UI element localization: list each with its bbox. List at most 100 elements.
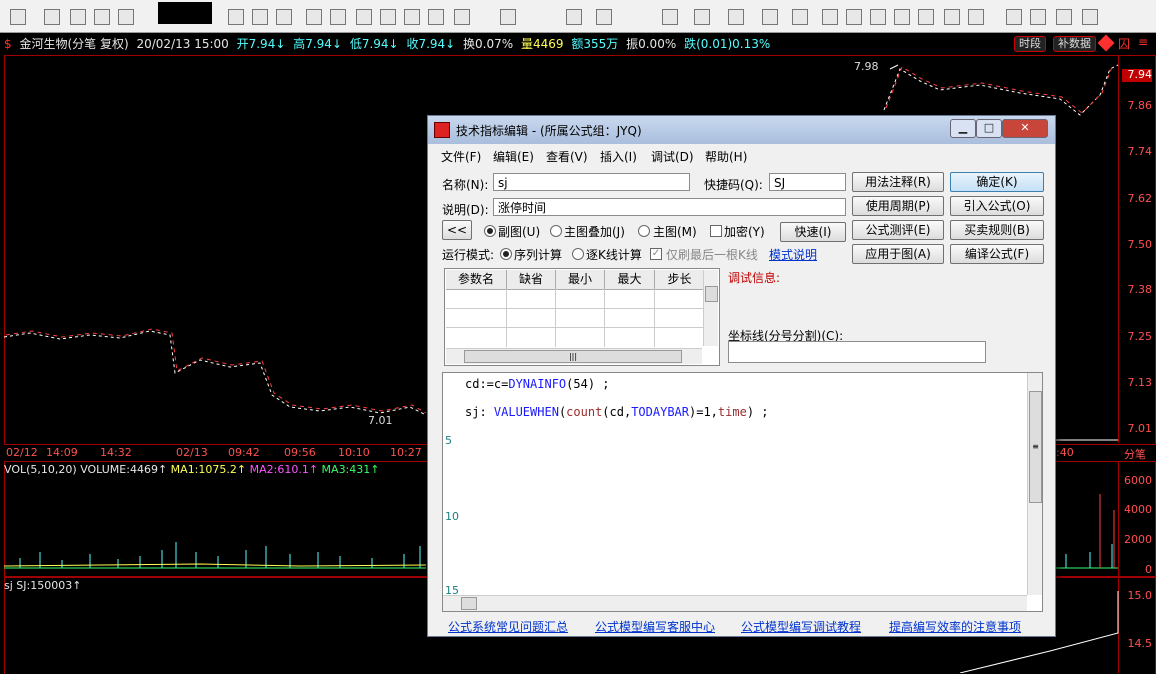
toolbar-button[interactable] bbox=[596, 9, 612, 25]
dialog-titlebar[interactable]: 技术指标编辑 - (所属公式组：JYQ) ▁ □ ✕ bbox=[428, 116, 1055, 144]
support-center-link[interactable]: 公式模型编写客服中心 bbox=[595, 618, 715, 635]
toolbar-button[interactable] bbox=[228, 9, 244, 25]
toolbar-button[interactable] bbox=[1056, 9, 1072, 25]
maximize-icon[interactable]: □ bbox=[976, 119, 1002, 138]
name-field[interactable]: sj bbox=[493, 173, 690, 191]
table-hscroll-thumb[interactable]: ||| bbox=[464, 350, 682, 363]
time-label: 09:42 bbox=[228, 446, 260, 459]
editor-hscrollbar[interactable] bbox=[443, 595, 1027, 611]
toolbar-button[interactable] bbox=[276, 9, 292, 25]
toolbar-button[interactable] bbox=[380, 9, 396, 25]
toolbar-button[interactable] bbox=[694, 9, 710, 25]
radio-main-chart[interactable] bbox=[638, 225, 650, 237]
toolbar-button[interactable] bbox=[428, 9, 444, 25]
import-formula-button[interactable]: 引入公式(O) bbox=[950, 196, 1044, 216]
editor-vscrollbar[interactable]: ≡ bbox=[1027, 373, 1042, 595]
time-label: 14:32 bbox=[100, 446, 132, 459]
editor-scroll-thumb[interactable]: ≡ bbox=[1029, 391, 1042, 503]
menu-help[interactable]: 帮助(H) bbox=[705, 148, 747, 165]
formula-code-editor[interactable]: 5 10 15 cd:=c=DYNAINFO(54) ; sj: VALUEWH… bbox=[442, 372, 1043, 612]
fill-data-button[interactable]: 补数据 bbox=[1053, 36, 1096, 52]
formula-test-button[interactable]: 公式测评(E) bbox=[852, 220, 944, 240]
toolbar-button[interactable] bbox=[70, 9, 86, 25]
faq-link[interactable]: 公式系统常见问题汇总 bbox=[448, 618, 568, 635]
radio-per-bar-calc-label: 逐K线计算 bbox=[586, 248, 642, 262]
quote-close: 收7.94↓ bbox=[406, 37, 456, 51]
apply-to-chart-button[interactable]: 应用于图(A) bbox=[852, 244, 944, 264]
table-hscrollbar[interactable]: ||| bbox=[446, 348, 702, 364]
radio-sub-chart[interactable] bbox=[484, 225, 496, 237]
minimize-icon[interactable]: ▁ bbox=[950, 119, 976, 138]
price-axis-label: 7.13 bbox=[1127, 376, 1153, 389]
toolbar-button[interactable] bbox=[356, 9, 372, 25]
toolbar-button[interactable] bbox=[306, 9, 322, 25]
shortcut-field[interactable]: SJ bbox=[769, 173, 846, 191]
compile-button[interactable]: 编译公式(F) bbox=[950, 244, 1044, 264]
toolbar-button[interactable] bbox=[404, 9, 420, 25]
quote-high: 高7.94↓ bbox=[293, 37, 342, 51]
toolbar-button[interactable] bbox=[968, 9, 984, 25]
toolbar-button[interactable] bbox=[566, 9, 582, 25]
table-scroll-thumb[interactable] bbox=[705, 286, 718, 302]
toolbar-button[interactable] bbox=[94, 9, 110, 25]
toolbar-button[interactable] bbox=[822, 9, 838, 25]
toolbar-button[interactable] bbox=[846, 9, 862, 25]
debug-tutorial-link[interactable]: 公式模型编写调试教程 bbox=[741, 618, 861, 635]
toolbar-button[interactable] bbox=[1030, 9, 1046, 25]
menu-view[interactable]: 查看(V) bbox=[546, 148, 588, 165]
param-header-default: 缺省 bbox=[507, 270, 556, 290]
collapse-button[interactable]: << bbox=[442, 220, 472, 240]
toolbar-button[interactable] bbox=[1082, 9, 1098, 25]
param-header-name: 参数名 bbox=[446, 270, 507, 290]
code-token: DYNAINFO bbox=[508, 377, 567, 391]
toolbar-button[interactable] bbox=[870, 9, 886, 25]
radio-per-bar-calc[interactable] bbox=[572, 248, 584, 260]
toolbar-button[interactable] bbox=[330, 9, 346, 25]
menu-debug[interactable]: 调试(D) bbox=[651, 148, 694, 165]
menu-edit[interactable]: 编辑(E) bbox=[493, 148, 534, 165]
axis-lines-field[interactable] bbox=[728, 341, 986, 363]
efficiency-tips-link[interactable]: 提高编写效率的注意事项 bbox=[889, 618, 1021, 635]
description-field[interactable]: 涨停时间 bbox=[493, 198, 846, 216]
code-line-1: cd:=c=DYNAINFO(54) ; bbox=[465, 377, 610, 391]
toolbar-button[interactable] bbox=[762, 9, 778, 25]
trade-rules-button[interactable]: 买卖规则(B) bbox=[950, 220, 1044, 240]
period-tag-button[interactable]: 时段 bbox=[1014, 36, 1046, 52]
price-low-mark: 7.01 bbox=[368, 414, 393, 427]
volume-axis-label: 6000 bbox=[1124, 474, 1152, 487]
refresh-last-checkbox[interactable]: ✓ bbox=[650, 248, 662, 260]
vol-volume: VOLUME:4469↑ bbox=[80, 463, 168, 476]
price-high-mark: 7.98 bbox=[854, 60, 879, 73]
toolbar-button[interactable] bbox=[728, 9, 744, 25]
toolbar-button[interactable] bbox=[500, 9, 516, 25]
ok-button[interactable]: 确定(K) bbox=[950, 172, 1044, 192]
toolbar-button[interactable] bbox=[1006, 9, 1022, 25]
close-panel-icon[interactable]: 囚 bbox=[1118, 35, 1130, 52]
use-period-button[interactable]: 使用周期(P) bbox=[852, 196, 944, 216]
toolbar-button[interactable] bbox=[662, 9, 678, 25]
toolbar-button[interactable] bbox=[792, 9, 808, 25]
radio-sequence-calc[interactable] bbox=[500, 248, 512, 260]
radio-main-overlay[interactable] bbox=[550, 225, 562, 237]
menu-insert[interactable]: 插入(I) bbox=[600, 148, 637, 165]
toolbar-button[interactable] bbox=[252, 9, 268, 25]
toolbar-button[interactable] bbox=[894, 9, 910, 25]
toolbar-button[interactable] bbox=[944, 9, 960, 25]
quick-button[interactable]: 快速(I) bbox=[780, 222, 846, 242]
usage-notes-button[interactable]: 用法注释(R) bbox=[852, 172, 944, 192]
mode-help-link[interactable]: 模式说明 bbox=[769, 246, 817, 263]
parameter-table[interactable]: 参数名 缺省 最小 最大 步长 ||| bbox=[444, 268, 720, 366]
close-icon[interactable]: ✕ bbox=[1002, 119, 1048, 138]
menu-file[interactable]: 文件(F) bbox=[441, 148, 481, 165]
price-axis-label: 7.62 bbox=[1127, 192, 1153, 205]
menu-icon[interactable]: ≡ bbox=[1138, 35, 1148, 49]
toolbar-button[interactable] bbox=[118, 9, 134, 25]
toolbar-button[interactable] bbox=[10, 9, 26, 25]
table-vscrollbar[interactable] bbox=[703, 270, 718, 346]
toolbar-button[interactable] bbox=[454, 9, 470, 25]
toolbar-button[interactable] bbox=[918, 9, 934, 25]
toolbar-button[interactable] bbox=[44, 9, 60, 25]
editor-hscroll-thumb[interactable] bbox=[461, 597, 477, 610]
encrypt-checkbox[interactable] bbox=[710, 225, 722, 237]
code-token: TODAYBAR bbox=[631, 405, 689, 419]
